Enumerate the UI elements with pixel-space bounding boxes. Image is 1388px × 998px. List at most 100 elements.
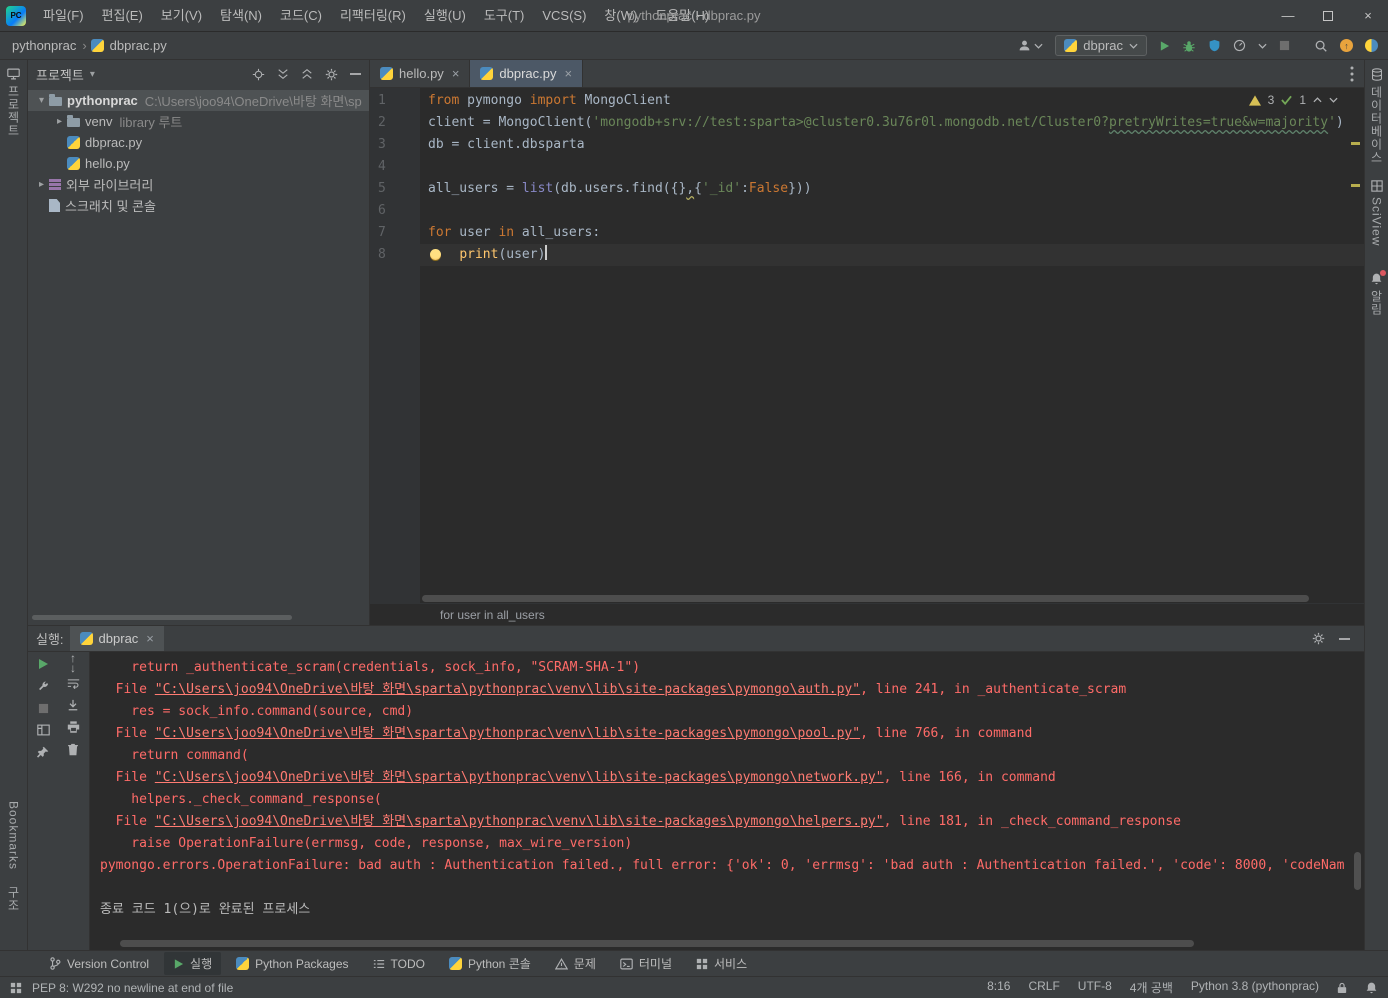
- next-problem-icon[interactable]: [1329, 97, 1338, 103]
- pin-button[interactable]: [37, 746, 49, 758]
- tree-item[interactable]: 스크래치 및 콘솔: [28, 195, 369, 216]
- run-tab[interactable]: dbprac ×: [69, 626, 164, 651]
- error-stripe-mark[interactable]: [1351, 184, 1360, 187]
- tree-expand-arrow-icon[interactable]: ▸: [34, 179, 49, 190]
- toolwindow-button[interactable]: 터미널: [611, 952, 681, 975]
- close-icon[interactable]: ×: [146, 631, 154, 646]
- toolwindow-stripe-button[interactable]: 프로젝트: [5, 60, 22, 145]
- menu-item[interactable]: 실행(U): [415, 0, 475, 32]
- notifications-bell-icon[interactable]: [1365, 981, 1378, 994]
- statusbar-widget[interactable]: CRLF: [1028, 979, 1059, 996]
- code-line[interactable]: 4: [370, 156, 1364, 178]
- rerun-button[interactable]: [37, 658, 49, 670]
- debug-button[interactable]: [1182, 39, 1196, 53]
- code-line[interactable]: 8 print(user): [370, 244, 1364, 266]
- coverage-button[interactable]: [1208, 39, 1221, 52]
- console-vertical-scrollbar[interactable]: [1354, 852, 1361, 890]
- softwrap-button[interactable]: [67, 678, 80, 689]
- toolwindow-stripe-button[interactable]: SciView: [1368, 172, 1385, 254]
- toolwindow-switcher-icon[interactable]: [10, 982, 22, 994]
- toolwindow-button[interactable]: 서비스: [687, 952, 756, 975]
- toolwindow-button[interactable]: Python Packages: [227, 954, 357, 974]
- run-config-select[interactable]: dbprac: [1055, 35, 1147, 56]
- menu-item[interactable]: 파일(F): [34, 0, 93, 32]
- toolwindow-stripe-button[interactable]: 데이터베이스: [1368, 60, 1385, 172]
- collapseall-icon[interactable]: [301, 68, 313, 80]
- console-file-link[interactable]: "C:\Users\joo94\OneDrive\바탕 화면\sparta\py…: [155, 726, 860, 741]
- console-file-link[interactable]: "C:\Users\joo94\OneDrive\바탕 화면\sparta\py…: [155, 682, 860, 697]
- menu-item[interactable]: 리팩터링(R): [331, 0, 415, 32]
- editor-tab[interactable]: hello.py ×: [370, 60, 471, 87]
- code-line[interactable]: 6: [370, 200, 1364, 222]
- expandall-icon[interactable]: [277, 68, 289, 80]
- more-run-actions-button[interactable]: [1258, 43, 1267, 49]
- editor-breadcrumbs[interactable]: for user in all_users: [370, 603, 1364, 625]
- menu-item[interactable]: VCS(S): [533, 0, 595, 32]
- breadcrumb-file[interactable]: dbprac.py: [108, 38, 169, 53]
- menu-item[interactable]: 편집(E): [93, 0, 152, 32]
- code-line[interactable]: 3 db = client.dbsparta: [370, 134, 1364, 156]
- toolwindow-button[interactable]: TODO: [364, 954, 434, 974]
- user-profile-button[interactable]: [1018, 39, 1043, 52]
- console-output[interactable]: return _authenticate_scram(credentials, …: [90, 652, 1364, 950]
- stop-button[interactable]: [38, 703, 49, 714]
- minimize-button[interactable]: —: [1268, 0, 1308, 32]
- close-button[interactable]: ×: [1348, 0, 1388, 32]
- code-line[interactable]: 7 for user in all_users:: [370, 222, 1364, 244]
- tab-options-icon[interactable]: [1340, 60, 1364, 87]
- minus-icon[interactable]: [350, 73, 361, 75]
- statusbar-message[interactable]: PEP 8: W292 no newline at end of file: [32, 981, 233, 995]
- statusbar-widget[interactable]: UTF-8: [1078, 979, 1112, 996]
- code-line[interactable]: 2 client = MongoClient('mongodb+srv://tes…: [370, 112, 1364, 134]
- trash-button[interactable]: [67, 743, 79, 756]
- error-stripe-mark[interactable]: [1351, 142, 1360, 145]
- update-notification-icon[interactable]: ↑: [1340, 39, 1353, 52]
- tree-expand-arrow-icon[interactable]: ▸: [52, 116, 67, 127]
- editor-horizontal-scrollbar[interactable]: [422, 595, 1346, 602]
- project-panel-title[interactable]: 프로젝트: [36, 65, 84, 84]
- toolwindow-button[interactable]: Version Control: [40, 954, 158, 974]
- tree-item[interactable]: ▸ venv library 루트: [28, 111, 369, 132]
- editor-tab[interactable]: dbprac.py ×: [470, 60, 584, 87]
- menu-item[interactable]: 코드(C): [271, 0, 331, 32]
- breadcrumb-context[interactable]: for user in all_users: [440, 608, 545, 622]
- project-scrollbar[interactable]: [32, 615, 365, 620]
- toolwindow-button[interactable]: Python 콘솔: [440, 952, 540, 975]
- tree-item[interactable]: hello.py: [28, 153, 369, 174]
- menu-item[interactable]: 탐색(N): [211, 0, 271, 32]
- settings-gear-icon[interactable]: [1312, 632, 1325, 645]
- console-file-link[interactable]: "C:\Users\joo94\OneDrive\바탕 화면\sparta\py…: [155, 770, 884, 785]
- code-line[interactable]: 1 from pymongo import MongoClient: [370, 90, 1364, 112]
- tree-expand-arrow-icon[interactable]: ▾: [34, 95, 49, 106]
- breadcrumb-project[interactable]: pythonprac: [10, 38, 78, 53]
- code-editor[interactable]: 3 1 1 from pymongo import MongoClient 2 cli…: [370, 88, 1364, 603]
- console-file-link[interactable]: "C:\Users\joo94\OneDrive\바탕 화면\sparta\py…: [155, 814, 884, 829]
- lock-icon[interactable]: [1337, 982, 1347, 994]
- menu-item[interactable]: 도구(T): [475, 0, 534, 32]
- menu-item[interactable]: 보기(V): [152, 0, 211, 32]
- tree-item[interactable]: ▾ pythonprac C:\Users\joo94\OneDrive\바탕 화면…: [28, 90, 369, 111]
- profiler-button[interactable]: [1233, 39, 1246, 52]
- scrollend-button[interactable]: [67, 699, 79, 711]
- tree-item[interactable]: dbprac.py: [28, 132, 369, 153]
- statusbar-widget[interactable]: 8:16: [987, 979, 1010, 996]
- toolwindow-stripe-button[interactable]: 구조: [5, 878, 22, 920]
- toolwindow-button[interactable]: 문제: [546, 952, 605, 975]
- toolwindow-stripe-button[interactable]: 알림: [1368, 264, 1386, 324]
- search-everywhere-button[interactable]: [1314, 39, 1328, 53]
- gear-icon[interactable]: [325, 68, 338, 81]
- code-line[interactable]: 5 all_users = list(db.users.find({},{'_id…: [370, 178, 1364, 200]
- toolwindow-button[interactable]: 실행: [164, 952, 222, 975]
- ide-features-icon[interactable]: [1365, 39, 1378, 52]
- maximize-button[interactable]: [1308, 0, 1348, 32]
- wrench-button[interactable]: [37, 680, 50, 693]
- layout-button[interactable]: [36, 724, 50, 736]
- printer-button[interactable]: [67, 721, 80, 733]
- locate-icon[interactable]: [252, 68, 265, 81]
- intention-bulb-icon[interactable]: [430, 249, 441, 260]
- statusbar-widget[interactable]: Python 3.8 (pythonprac): [1191, 979, 1319, 996]
- inspections-widget[interactable]: 3 1: [1248, 93, 1338, 107]
- hide-toolwindow-icon[interactable]: [1339, 637, 1350, 640]
- run-button[interactable]: [1159, 40, 1170, 52]
- console-horizontal-scrollbar[interactable]: [120, 940, 1194, 947]
